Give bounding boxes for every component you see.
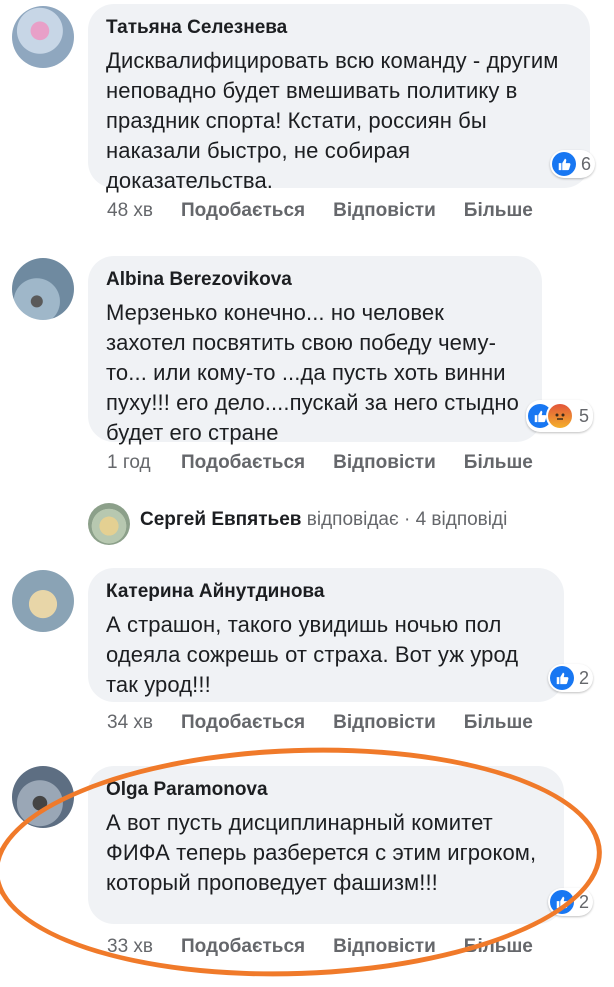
avatar[interactable] xyxy=(12,258,74,320)
reply-button[interactable]: Відповісти xyxy=(333,200,436,222)
comment-author[interactable]: Татьяна Селезнева xyxy=(106,16,572,40)
reply-button[interactable]: Відповісти xyxy=(333,712,436,734)
reaction-count: 6 xyxy=(581,153,592,174)
like-button[interactable]: Подобається xyxy=(181,452,305,474)
reaction-summary[interactable]: 2 xyxy=(548,664,594,692)
angry-icon xyxy=(546,402,574,430)
comment-time[interactable]: 34 хв xyxy=(107,712,181,734)
comment-bubble: Albina Berezovikova Мерзенько конечно...… xyxy=(88,256,542,445)
reply-separator: · xyxy=(403,509,411,530)
comment-author[interactable]: Катерина Айнутдинова xyxy=(106,580,546,604)
reply-count: 4 відповіді xyxy=(415,509,508,530)
more-button[interactable]: Більше xyxy=(464,200,533,222)
more-button[interactable]: Більше xyxy=(464,712,533,734)
like-button[interactable]: Подобається xyxy=(181,200,305,222)
reaction-summary[interactable]: 6 xyxy=(550,150,596,178)
reply-verb: відповідає xyxy=(306,509,399,530)
comment-time[interactable]: 1 год xyxy=(107,452,181,474)
comment-actions: 1 год Подобається Відповісти Більше xyxy=(107,452,561,474)
like-icon xyxy=(552,152,576,176)
like-icon xyxy=(550,666,574,690)
comment-bubble: Катерина Айнутдинова А страшон, такого у… xyxy=(88,568,564,702)
comment-text: Дисквалифицировать всю команду - другим … xyxy=(106,48,559,193)
reply-author: Сергей Евпятьев xyxy=(140,509,302,530)
reply-button[interactable]: Відповісти xyxy=(333,452,436,474)
avatar[interactable] xyxy=(12,6,74,68)
comment-text: А страшон, такого увидишь ночью пол одея… xyxy=(106,612,519,697)
avatar[interactable] xyxy=(12,570,74,632)
more-button[interactable]: Більше xyxy=(464,452,533,474)
reaction-summary[interactable]: 5 xyxy=(526,400,594,432)
comment-author[interactable]: Albina Berezovikova xyxy=(106,268,524,292)
like-button[interactable]: Подобається xyxy=(181,712,305,734)
reaction-count: 5 xyxy=(579,405,590,426)
view-replies-link[interactable]: Сергей Евпятьев відповідає · 4 відповіді xyxy=(140,509,507,531)
comment-actions: 34 хв Подобається Відповісти Більше xyxy=(107,712,561,734)
comment-bubble: Татьяна Селезнева Дисквалифицировать всю… xyxy=(88,4,590,193)
comment-actions: 48 хв Подобається Відповісти Більше xyxy=(107,200,561,222)
reply-avatar[interactable] xyxy=(88,503,130,545)
reaction-count: 2 xyxy=(579,667,590,688)
comment-text: Мерзенько конечно... но человек захотел … xyxy=(106,300,519,445)
comment-time[interactable]: 48 хв xyxy=(107,200,181,222)
